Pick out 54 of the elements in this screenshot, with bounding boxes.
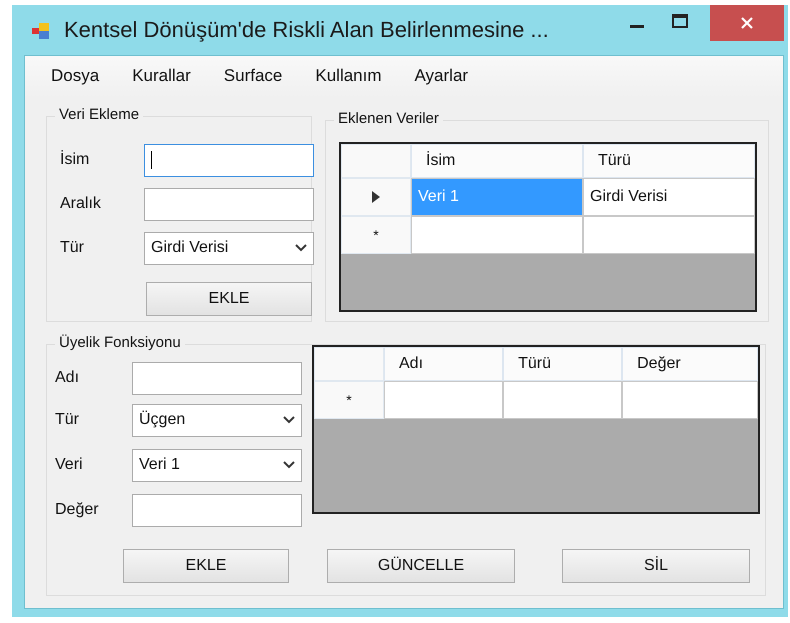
column-header[interactable]: Değer [622, 347, 758, 381]
menu-item[interactable]: Kurallar [132, 66, 191, 86]
chevron-down-icon [295, 244, 307, 252]
dropdown[interactable]: Girdi Verisi [144, 232, 314, 264]
new-row-marker: * [346, 392, 352, 408]
minimize-icon[interactable] [630, 25, 644, 29]
chevron-down-icon [283, 461, 295, 469]
close-button[interactable] [710, 5, 784, 41]
row-header[interactable] [341, 178, 411, 216]
dropdown-value: Girdi Verisi [151, 239, 228, 257]
action-button[interactable]: SİL [562, 549, 750, 583]
menu-item[interactable]: Surface [224, 66, 282, 86]
table-cell[interactable] [503, 381, 622, 419]
text-field[interactable] [144, 188, 314, 220]
table-cell[interactable] [411, 216, 583, 254]
action-button[interactable]: GÜNCELLE [327, 549, 515, 583]
field-label: Aralık [60, 195, 102, 213]
field-label: Veri [55, 456, 84, 474]
new-row-marker: * [373, 227, 379, 243]
menu-item[interactable]: Dosya [51, 66, 100, 86]
app-icon [32, 23, 50, 39]
column-header[interactable]: Türü [503, 347, 622, 381]
row-header[interactable]: * [314, 381, 384, 419]
maximize-icon[interactable] [672, 14, 688, 28]
chevron-down-icon [283, 416, 295, 424]
column-header[interactable]: İsim [411, 144, 583, 178]
group-title: Üyelik Fonksiyonu [55, 334, 185, 351]
column-header[interactable]: Türü [583, 144, 755, 178]
add-button[interactable]: EKLE [146, 282, 312, 316]
menu-item[interactable]: Ayarlar [414, 66, 468, 86]
column-header[interactable]: Adı [384, 347, 504, 381]
dropdown-value: Veri 1 [139, 456, 180, 474]
table-cell[interactable] [622, 381, 758, 419]
text-field[interactable] [132, 362, 302, 394]
text-field[interactable] [132, 494, 302, 526]
table-cell[interactable] [583, 216, 755, 254]
table-cell[interactable] [384, 381, 504, 419]
dropdown[interactable]: Üçgen [132, 404, 302, 436]
dropdown-value: Üçgen [139, 411, 186, 429]
dropdown[interactable]: Veri 1 [132, 448, 302, 482]
corner-header[interactable] [314, 347, 384, 381]
field-label: Tür [60, 239, 85, 257]
corner-header[interactable] [341, 144, 411, 178]
close-icon [740, 16, 754, 30]
field-label: İsim [60, 151, 90, 169]
action-button[interactable]: EKLE [123, 549, 289, 583]
table-cell[interactable]: Girdi Verisi [583, 178, 755, 216]
field-label: Adı [55, 369, 80, 387]
row-header[interactable]: * [341, 216, 411, 254]
menu-item[interactable]: Kullanım [315, 66, 382, 86]
field-label: Değer [55, 501, 100, 519]
window-title: Kentsel Dönüşüm'de Riskli Alan Belirlenmesine ... [64, 17, 549, 43]
field-label: Tür [55, 411, 80, 429]
text-field[interactable] [144, 144, 314, 176]
